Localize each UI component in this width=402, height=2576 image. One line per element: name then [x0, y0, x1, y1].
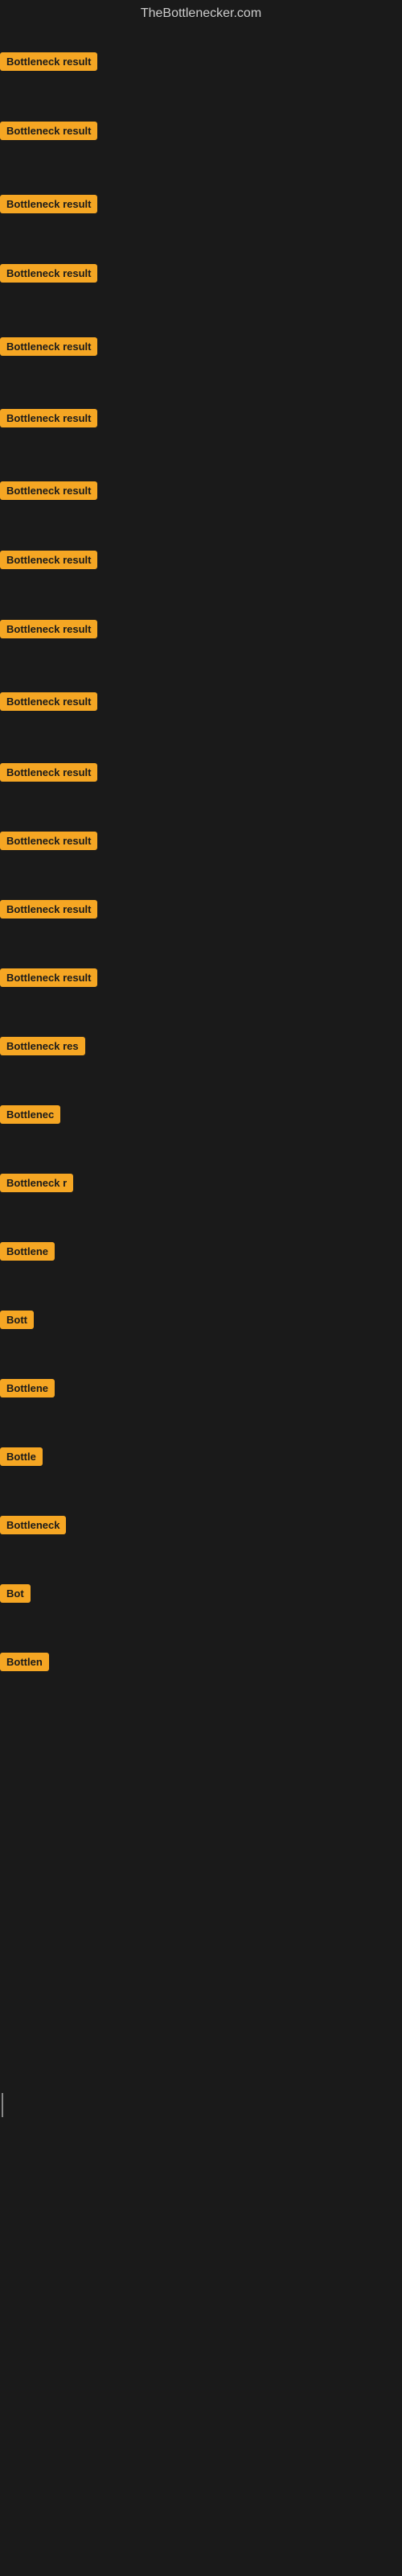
list-item: Bot — [0, 1578, 31, 1623]
list-item: Bott — [0, 1304, 34, 1349]
bottleneck-badge[interactable]: Bottleneck r — [0, 1174, 73, 1192]
list-item: Bottleneck result — [0, 613, 97, 658]
bottleneck-badge[interactable]: Bottleneck result — [0, 122, 97, 140]
bottleneck-badge[interactable]: Bottleneck result — [0, 900, 97, 919]
list-item: Bottleneck result — [0, 757, 97, 802]
bottleneck-badge[interactable]: Bot — [0, 1584, 31, 1603]
bottleneck-badge[interactable]: Bottlenec — [0, 1105, 60, 1124]
list-item: Bottleneck result — [0, 962, 97, 1007]
page-wrapper: TheBottlenecker.com Bottleneck resultBot… — [0, 0, 402, 31]
bottleneck-badge[interactable]: Bottle — [0, 1447, 43, 1466]
list-item: Bottleneck result — [0, 258, 97, 303]
list-item: Bottleneck result — [0, 188, 97, 233]
list-item: Bottle — [0, 1441, 43, 1486]
list-item: Bottleneck r — [0, 1167, 73, 1212]
bottleneck-badge[interactable]: Bottleneck result — [0, 409, 97, 427]
site-title: TheBottlenecker.com — [0, 0, 402, 31]
list-item: Bottlenec — [0, 1099, 60, 1144]
list-item: Bottleneck res — [0, 1030, 85, 1075]
bottleneck-badge[interactable]: Bottlene — [0, 1242, 55, 1261]
bottleneck-badge[interactable]: Bottlen — [0, 1653, 49, 1671]
bottleneck-badge[interactable]: Bottleneck result — [0, 52, 97, 71]
list-item: Bottleneck result — [0, 825, 97, 870]
list-item: Bottleneck result — [0, 475, 97, 520]
bottleneck-badge[interactable]: Bottleneck result — [0, 763, 97, 782]
list-item: Bottleneck result — [0, 115, 97, 160]
list-item: Bottleneck result — [0, 894, 97, 939]
list-item: Bottlen — [0, 1646, 49, 1691]
list-item: Bottlene — [0, 1373, 55, 1418]
list-item: Bottlene — [0, 1236, 55, 1281]
bottleneck-badge[interactable]: Bottleneck result — [0, 264, 97, 283]
bottleneck-badge[interactable]: Bottleneck result — [0, 968, 97, 987]
bottleneck-badge[interactable]: Bottleneck result — [0, 195, 97, 213]
bottleneck-badge[interactable]: Bottleneck result — [0, 620, 97, 638]
bottleneck-badge[interactable]: Bott — [0, 1311, 34, 1329]
bottleneck-badge[interactable]: Bottleneck res — [0, 1037, 85, 1055]
bottleneck-badge[interactable]: Bottlene — [0, 1379, 55, 1397]
list-item: Bottleneck — [0, 1509, 66, 1554]
bottleneck-badge[interactable]: Bottleneck result — [0, 551, 97, 569]
bottleneck-badge[interactable]: Bottleneck result — [0, 692, 97, 711]
bottleneck-badge[interactable]: Bottleneck result — [0, 337, 97, 356]
bottleneck-badge[interactable]: Bottleneck result — [0, 481, 97, 500]
list-item: Bottleneck result — [0, 402, 97, 448]
list-item: Bottleneck result — [0, 331, 97, 376]
cursor-line — [2, 2093, 3, 2117]
list-item: Bottleneck result — [0, 46, 97, 91]
list-item: Bottleneck result — [0, 544, 97, 589]
bottleneck-badge[interactable]: Bottleneck — [0, 1516, 66, 1534]
bottleneck-badge[interactable]: Bottleneck result — [0, 832, 97, 850]
list-item: Bottleneck result — [0, 686, 97, 731]
